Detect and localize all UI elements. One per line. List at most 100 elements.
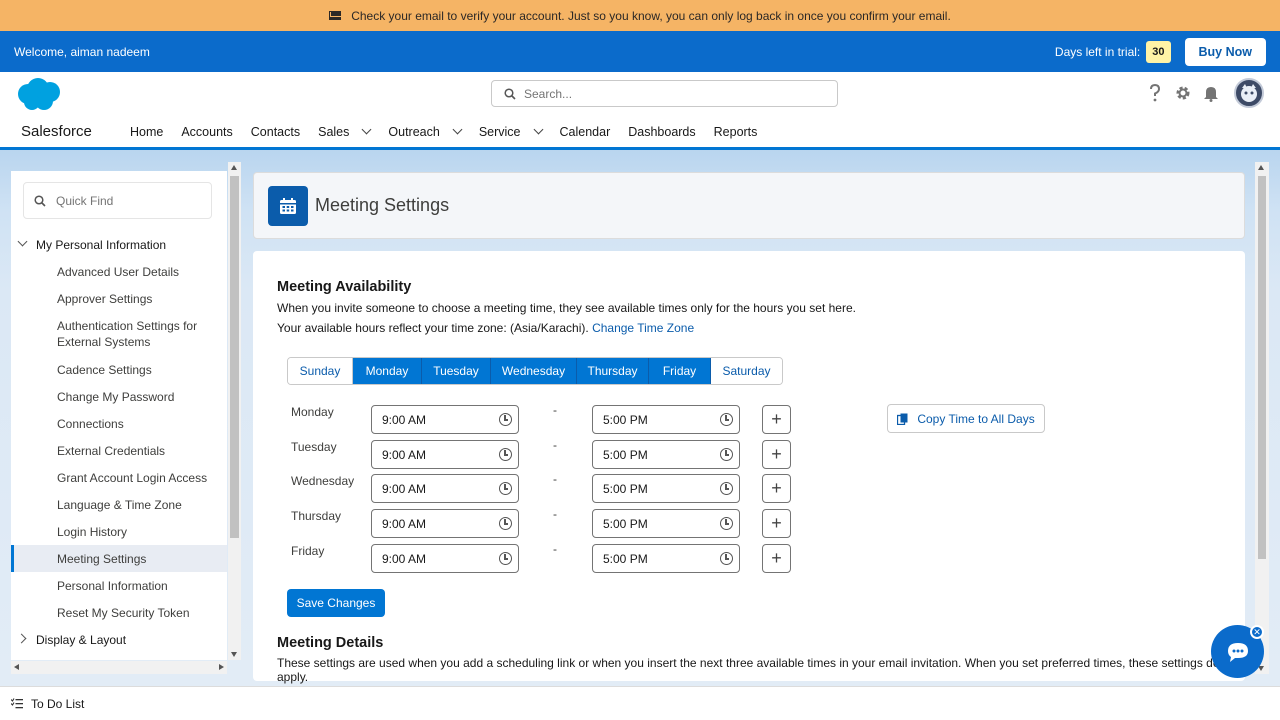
day-toggle-sunday[interactable]: Sunday	[288, 358, 353, 384]
availability-row-thursday: Thursday 9:00 AM - 5:00 PM +	[277, 507, 1057, 539]
nav-label: Sales	[318, 124, 350, 139]
nav-item-home[interactable]: Home	[121, 116, 172, 147]
add-time-slot-button[interactable]: +	[762, 440, 791, 469]
start-time-input[interactable]: 9:00 AM	[371, 440, 519, 469]
add-time-slot-button[interactable]: +	[762, 405, 791, 434]
days-left-count: 30	[1146, 40, 1171, 63]
global-search-input[interactable]: Search...	[491, 80, 838, 107]
day-toggle-monday[interactable]: Monday	[353, 358, 422, 384]
sidebar-item-authentication-settings[interactable]: Authentication Settings for External Sys…	[11, 312, 227, 356]
end-time-value: 5:00 PM	[603, 516, 648, 531]
meeting-details-heading: Meeting Details	[277, 635, 384, 651]
chevron-down-icon[interactable]	[17, 236, 28, 247]
add-time-slot-button[interactable]: +	[762, 474, 791, 503]
nav-item-accounts[interactable]: Accounts	[172, 116, 241, 147]
add-time-slot-button[interactable]: +	[762, 544, 791, 573]
clock-icon[interactable]	[499, 448, 512, 461]
nav-item-outreach[interactable]: Outreach	[379, 116, 469, 147]
clock-icon[interactable]	[720, 413, 733, 426]
change-time-zone-link[interactable]: Change Time Zone	[592, 321, 694, 335]
sidebar-item-cadence-settings[interactable]: Cadence Settings	[11, 356, 227, 383]
sidebar-item-grant-login-access[interactable]: Grant Account Login Access	[11, 464, 227, 491]
copy-time-to-all-days-button[interactable]: Copy Time to All Days	[887, 404, 1045, 433]
sidebar-item-approver-settings[interactable]: Approver Settings	[11, 285, 227, 312]
clock-icon[interactable]	[499, 413, 512, 426]
scroll-up-icon[interactable]	[1258, 165, 1264, 170]
end-time-input[interactable]: 5:00 PM	[592, 405, 740, 434]
help-icon[interactable]	[1146, 84, 1164, 102]
sidebar-scrollbar[interactable]	[228, 162, 241, 660]
scrollbar-thumb[interactable]	[230, 176, 239, 538]
end-time-input[interactable]: 5:00 PM	[592, 474, 740, 503]
save-changes-button[interactable]: Save Changes	[287, 589, 385, 617]
day-toggle-saturday[interactable]: Saturday	[711, 358, 782, 384]
clock-icon[interactable]	[720, 517, 733, 530]
start-time-input[interactable]: 9:00 AM	[371, 509, 519, 538]
start-time-input[interactable]: 9:00 AM	[371, 405, 519, 434]
nav-item-service[interactable]: Service	[470, 116, 551, 147]
start-time-input[interactable]: 9:00 AM	[371, 474, 519, 503]
clock-icon[interactable]	[499, 482, 512, 495]
day-toggle-friday[interactable]: Friday	[649, 358, 711, 384]
salesforce-logo-icon[interactable]	[14, 77, 64, 111]
tree-group-label: My Personal Information	[36, 237, 167, 252]
todo-list-button[interactable]: To Do List	[31, 697, 84, 711]
end-time-input[interactable]: 5:00 PM	[592, 509, 740, 538]
chat-icon	[1227, 642, 1248, 662]
day-toggle-thursday[interactable]: Thursday	[577, 358, 649, 384]
tree-group-display-layout[interactable]: Display & Layout	[11, 626, 227, 653]
main-scrollbar[interactable]	[1255, 162, 1269, 674]
day-toggle-tuesday[interactable]: Tuesday	[422, 358, 491, 384]
days-left-label: Days left in trial:	[1054, 44, 1141, 59]
clock-icon[interactable]	[720, 482, 733, 495]
global-header: Search...	[0, 72, 1280, 116]
sidebar-item-connections[interactable]: Connections	[11, 410, 227, 437]
scroll-down-icon[interactable]	[231, 652, 237, 657]
clock-icon[interactable]	[499, 552, 512, 565]
end-time-input[interactable]: 5:00 PM	[592, 544, 740, 573]
add-time-slot-button[interactable]: +	[762, 509, 791, 538]
scroll-right-icon[interactable]	[219, 664, 224, 670]
scroll-up-icon[interactable]	[231, 165, 237, 170]
nav-item-contacts[interactable]: Contacts	[242, 116, 309, 147]
clock-icon[interactable]	[499, 517, 512, 530]
bell-icon[interactable]	[1202, 84, 1220, 102]
chevron-right-icon[interactable]	[16, 633, 27, 644]
gear-icon[interactable]	[1174, 84, 1192, 102]
chevron-down-icon[interactable]	[361, 124, 372, 135]
sidebar-item-reset-security-token[interactable]: Reset My Security Token	[11, 599, 227, 626]
chevron-down-icon[interactable]	[452, 124, 463, 135]
sidebar-item-external-credentials[interactable]: External Credentials	[11, 437, 227, 464]
nav-item-dashboards[interactable]: Dashboards	[619, 116, 704, 147]
start-time-input[interactable]: 9:00 AM	[371, 544, 519, 573]
chevron-down-icon[interactable]	[533, 124, 543, 135]
sidebar-item-meeting-settings[interactable]: Meeting Settings	[11, 545, 227, 572]
end-time-input[interactable]: 5:00 PM	[592, 440, 740, 469]
close-chat-icon[interactable]: ✕	[1250, 625, 1264, 639]
sidebar-item-change-password[interactable]: Change My Password	[11, 383, 227, 410]
scroll-left-icon[interactable]	[14, 664, 19, 670]
quick-find-input[interactable]: Quick Find	[23, 182, 212, 219]
avatar[interactable]	[1234, 78, 1264, 108]
nav-label: Accounts	[181, 124, 233, 139]
sidebar-horizontal-scrollbar[interactable]	[11, 661, 227, 674]
sidebar-item-personal-information[interactable]: Personal Information	[11, 572, 227, 599]
clock-icon[interactable]	[720, 448, 733, 461]
tree-group-personal-info[interactable]: My Personal Information	[11, 231, 227, 258]
time-separator: -	[553, 472, 557, 486]
sidebar-item-login-history[interactable]: Login History	[11, 518, 227, 545]
availability-row-friday: Friday 9:00 AM - 5:00 PM +	[277, 542, 1057, 574]
welcome-text: Welcome, aiman nadeem	[14, 44, 150, 59]
end-time-value: 5:00 PM	[603, 412, 648, 427]
scrollbar-thumb[interactable]	[1258, 176, 1266, 559]
utility-bar: To Do List	[0, 686, 1280, 720]
sidebar-item-advanced-user-details[interactable]: Advanced User Details	[11, 258, 227, 285]
buy-now-button[interactable]: Buy Now	[1184, 37, 1266, 66]
nav-item-sales[interactable]: Sales	[309, 116, 379, 147]
sidebar-item-language-time-zone[interactable]: Language & Time Zone	[11, 491, 227, 518]
clock-icon[interactable]	[720, 552, 733, 565]
nav-item-reports[interactable]: Reports	[705, 116, 767, 147]
nav-item-calendar[interactable]: Calendar	[551, 116, 620, 147]
page-header: Meeting Settings	[253, 172, 1245, 239]
day-toggle-wednesday[interactable]: Wednesday	[491, 358, 577, 384]
